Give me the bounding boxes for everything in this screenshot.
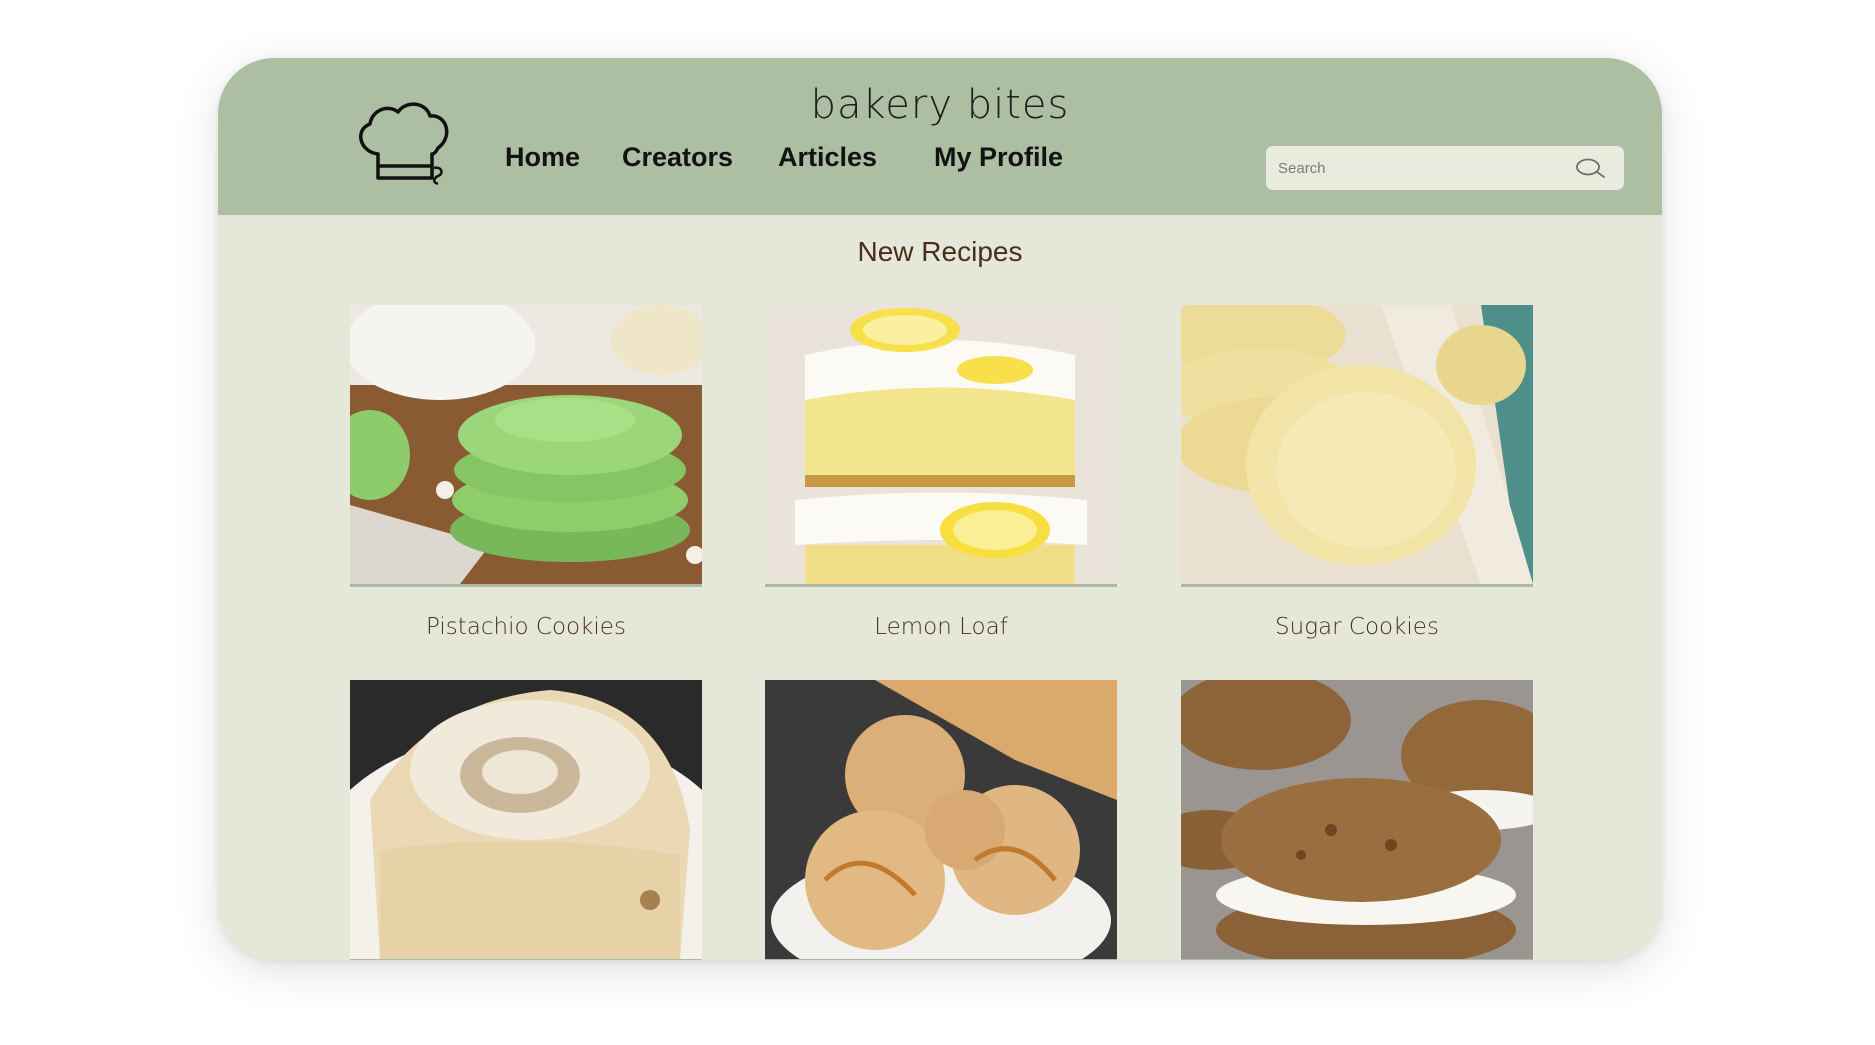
- recipe-card-cinnamon-roll[interactable]: [350, 680, 702, 960]
- nav-articles[interactable]: Articles: [778, 142, 877, 173]
- recipe-card-ice-cream[interactable]: [765, 680, 1117, 960]
- recipe-image[interactable]: [765, 305, 1117, 587]
- recipe-card-pistachio-cookies[interactable]: Pistachio Cookies: [350, 305, 702, 640]
- brand-title: bakery bites: [810, 82, 1070, 128]
- search-input[interactable]: [1266, 146, 1590, 190]
- recipe-card-lemon-loaf[interactable]: Lemon Loaf: [765, 305, 1117, 640]
- recipe-card-sugar-cookies[interactable]: Sugar Cookies: [1181, 305, 1533, 640]
- recipe-image[interactable]: [765, 680, 1117, 960]
- recipe-image[interactable]: [1181, 305, 1533, 587]
- nav-my-profile[interactable]: My Profile: [934, 142, 1063, 173]
- recipe-name: Lemon Loaf: [874, 614, 1008, 640]
- nav-creators[interactable]: Creators: [622, 142, 733, 173]
- search-box: [1266, 146, 1624, 190]
- recipe-image[interactable]: [350, 680, 702, 960]
- recipe-card-oatmeal-cream-pies[interactable]: [1181, 680, 1533, 960]
- section-title: New Recipes: [857, 236, 1023, 267]
- recipe-name: Pistachio Cookies: [426, 614, 626, 640]
- recipe-image[interactable]: [350, 305, 702, 587]
- search-icon[interactable]: [1574, 157, 1606, 179]
- app-window: bakery bites Home Creators Articles My P…: [218, 58, 1662, 960]
- nav-home[interactable]: Home: [505, 142, 580, 173]
- recipe-image[interactable]: [1181, 680, 1533, 960]
- header: bakery bites Home Creators Articles My P…: [218, 58, 1662, 215]
- recipe-name: Sugar Cookies: [1275, 614, 1439, 640]
